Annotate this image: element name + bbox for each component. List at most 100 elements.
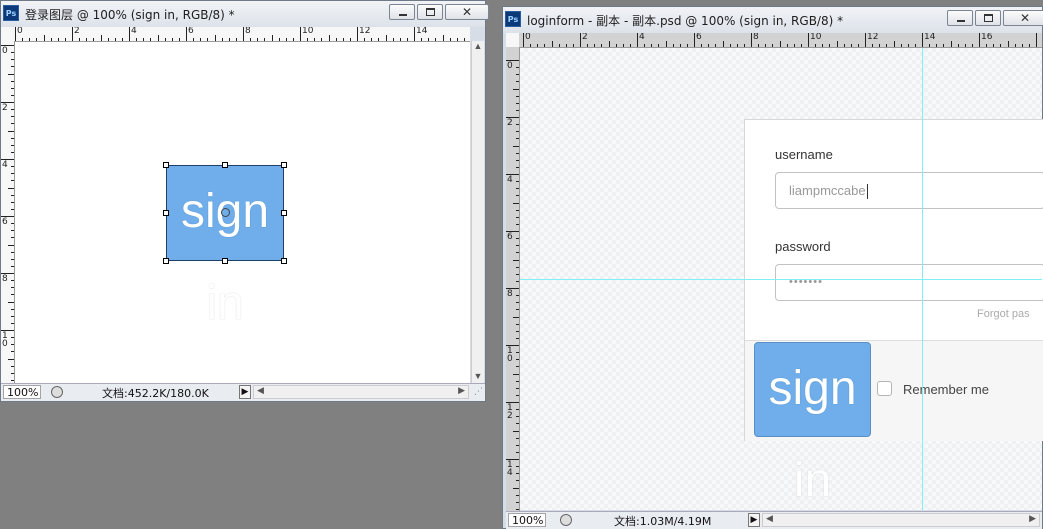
ruler-tick (11, 380, 14, 381)
ruler-tick (516, 388, 519, 389)
ruler-tick (236, 38, 237, 41)
ruler-tick (737, 44, 738, 47)
ruler-tick (516, 252, 519, 253)
ruler-label: 8 (507, 289, 513, 299)
ruler-tick (414, 27, 415, 41)
transform-handle-bc[interactable] (222, 258, 228, 264)
ruler-tick (36, 38, 37, 41)
ruler-tick (516, 423, 519, 424)
remember-me-checkbox[interactable] (877, 381, 892, 396)
remember-me-label[interactable]: Remember me (903, 382, 989, 397)
zoom-level-field[interactable]: 100% (508, 513, 546, 527)
ruler-tick (8, 359, 14, 360)
ruler-tick (58, 38, 59, 41)
ruler-tick (559, 44, 560, 47)
ruler-tick (11, 323, 14, 324)
ruler-tick (1022, 44, 1023, 47)
ruler-tick (901, 44, 902, 47)
scroll-left-icon[interactable]: ◀ (257, 386, 264, 396)
forgot-password-link[interactable]: Forgot pas (977, 308, 1030, 320)
transform-handle-mr[interactable] (281, 210, 287, 216)
left-horizontal-scrollbar[interactable]: ◀ ▶ (253, 385, 469, 399)
ruler-corner[interactable] (1, 27, 15, 42)
transform-handle-tl[interactable] (163, 162, 169, 168)
ruler-tick (516, 138, 519, 139)
scroll-up-icon[interactable]: ▲ (472, 41, 484, 51)
ruler-label: 6 (696, 33, 702, 42)
ruler-tick (858, 44, 859, 47)
ruler-corner[interactable] (506, 33, 520, 48)
ruler-tick (986, 44, 987, 47)
ruler-tick (516, 167, 519, 168)
vertical-ruler[interactable]: 0 2 4 6 8 1 0 (1, 41, 15, 383)
transform-handle-tr[interactable] (281, 162, 287, 168)
username-field[interactable]: liampmccabe (775, 172, 1043, 209)
document-size-info: 文档:452.2K/180.0K (102, 387, 209, 400)
ruler-tick (11, 180, 14, 181)
horizontal-ruler[interactable]: 0 2 4 6 8 10 12 14 (14, 27, 470, 42)
transform-handle-ml[interactable] (163, 210, 169, 216)
ruler-tick (11, 166, 14, 167)
scroll-right-icon[interactable]: ▶ (1029, 514, 1036, 524)
ruler-label: 10 (302, 27, 314, 36)
right-document-window[interactable]: Ps loginform - 副本 - 副本.psd @ 100% (sign … (502, 6, 1043, 529)
ruler-tick (701, 44, 702, 47)
close-icon: ✕ (1019, 11, 1031, 25)
minimize-button[interactable] (389, 4, 415, 20)
ruler-tick (11, 109, 14, 110)
scroll-left-icon[interactable]: ◀ (766, 514, 773, 524)
ruler-tick (11, 59, 14, 60)
ruler-tick (8, 245, 14, 246)
ruler-tick (257, 38, 258, 41)
password-field[interactable]: ••••••• (775, 264, 1043, 301)
ruler-tick (744, 44, 745, 47)
ruler-tick (179, 38, 180, 41)
ruler-tick (11, 138, 14, 139)
history-icon[interactable] (560, 514, 572, 526)
ruler-tick (530, 44, 531, 47)
ruler-tick (11, 202, 14, 203)
left-vertical-scrollbar[interactable]: ▲ ▼ (471, 41, 484, 383)
ruler-tick (22, 38, 23, 41)
ruler-tick (637, 33, 638, 47)
horizontal-guide[interactable] (520, 279, 1042, 280)
transform-handle-tc[interactable] (222, 162, 228, 168)
close-button[interactable]: ✕ (445, 4, 489, 20)
transform-handle-bl[interactable] (163, 258, 169, 264)
transform-handle-br[interactable] (281, 258, 287, 264)
ruler-tick (879, 44, 880, 47)
ruler-tick (801, 44, 802, 47)
resize-grip-icon[interactable]: ⋰ (474, 387, 483, 397)
maximize-button[interactable] (417, 4, 443, 20)
ruler-tick (516, 67, 519, 68)
play-icon[interactable]: ▶ (239, 385, 251, 399)
ruler-tick (552, 41, 553, 47)
ruler-tick (936, 44, 937, 47)
ruler-label: 1 0 (507, 346, 513, 364)
ruler-tick (229, 38, 230, 41)
vertical-ruler[interactable]: 0 2 4 6 8 1 0 1 2 1 4 (506, 47, 520, 511)
signin-button[interactable]: sign in (754, 342, 871, 507)
ruler-tick (516, 238, 519, 239)
horizontal-ruler[interactable]: 0 2 4 6 8 10 12 14 16 (519, 33, 1042, 48)
ruler-tick (516, 210, 519, 211)
ruler-tick (943, 44, 944, 47)
history-icon[interactable] (51, 386, 63, 398)
ruler-tick (715, 44, 716, 47)
ruler-tick (357, 27, 358, 41)
minimize-button[interactable] (947, 10, 973, 26)
username-value: liampmccabe (789, 183, 866, 198)
zoom-level-field[interactable]: 100% (3, 385, 41, 399)
right-horizontal-scrollbar[interactable]: ◀ ▶ (762, 513, 1040, 527)
right-titlebar[interactable]: Ps loginform - 副本 - 副本.psd @ 100% (sign … (503, 7, 1043, 33)
left-document-window[interactable]: Ps 登录图层 @ 100% (sign in, RGB/8) * ✕ 0 2 4 6… (0, 0, 489, 402)
maximize-button[interactable] (975, 10, 1001, 26)
ruler-tick (516, 153, 519, 154)
scroll-down-icon[interactable]: ▼ (472, 371, 484, 381)
close-button[interactable]: ✕ (1003, 10, 1043, 26)
ruler-tick (101, 35, 102, 41)
play-icon[interactable]: ▶ (748, 513, 760, 527)
left-titlebar[interactable]: Ps 登录图层 @ 100% (sign in, RGB/8) * ✕ (1, 1, 489, 27)
minimize-icon (399, 14, 407, 16)
scroll-right-icon[interactable]: ▶ (458, 386, 465, 396)
